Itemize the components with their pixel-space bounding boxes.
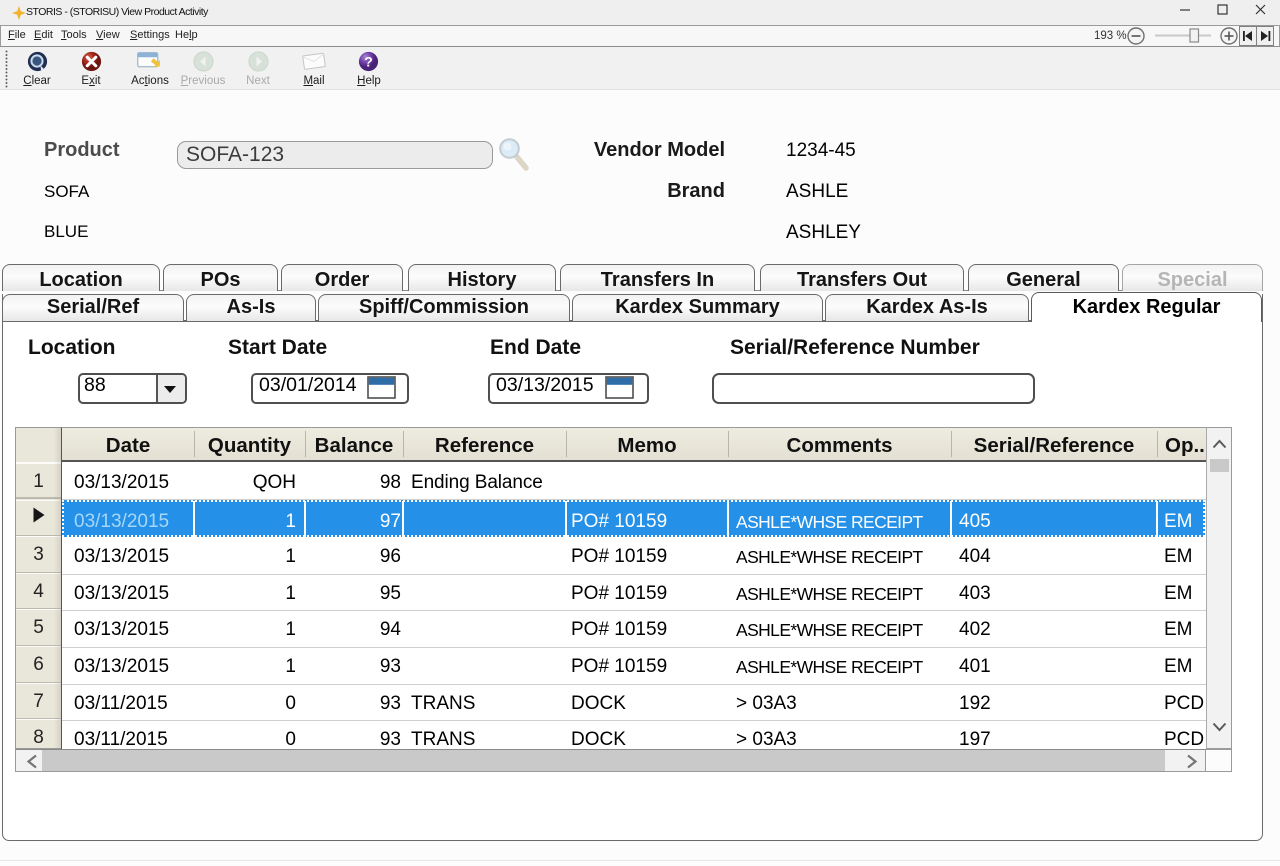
svg-text:?: ? bbox=[364, 54, 373, 70]
